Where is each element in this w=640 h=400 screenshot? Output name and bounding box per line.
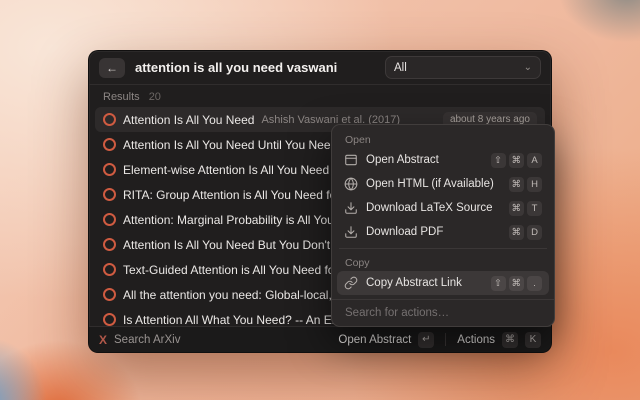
shortcut-key: ⇧	[491, 153, 506, 168]
shortcut-key: T	[527, 201, 542, 216]
arxiv-paper-icon	[103, 163, 116, 176]
shortcut-key: D	[527, 225, 542, 240]
chevron-down-icon: ⌄	[524, 63, 532, 73]
menu-item-shortcut: ⇧⌘A	[491, 153, 543, 168]
actions-button[interactable]: Actions	[457, 334, 495, 346]
actions-menu: Open Open Abstract ⇧⌘A Open HTML (if Ava…	[331, 124, 555, 327]
arxiv-paper-icon	[103, 113, 116, 126]
shortcut-key: ⌘	[509, 201, 525, 216]
primary-action-label[interactable]: Open Abstract	[338, 334, 411, 346]
result-title: Element-wise Attention Is All You Need	[123, 163, 329, 177]
menu-section-label: Open	[337, 130, 549, 148]
actions-search	[332, 299, 554, 326]
results-count: 20	[149, 91, 161, 103]
shortcut-key: .	[527, 276, 542, 291]
menu-item-shortcut: ⌘H	[509, 177, 543, 192]
shortcut-key: ⇧	[491, 276, 506, 291]
filter-dropdown[interactable]: All ⌄	[385, 56, 541, 79]
menu-item-shortcut: ⇧⌘.	[491, 276, 543, 291]
raycast-window: ← attention is all you need vaswani All …	[88, 50, 552, 353]
arxiv-paper-icon	[103, 288, 116, 301]
k-key-icon: K	[525, 332, 541, 348]
results-section-header: Results 20	[89, 85, 551, 107]
menu-item[interactable]: Download PDF ⌘D	[337, 220, 549, 244]
download-icon	[344, 201, 358, 215]
menu-item-shortcut: ⌘D	[509, 225, 543, 240]
arxiv-paper-icon	[103, 188, 116, 201]
globe-icon	[344, 177, 358, 191]
enter-key-icon: ↵	[418, 332, 434, 348]
arxiv-logo-icon: X	[99, 333, 107, 347]
footer-divider	[445, 333, 446, 346]
arxiv-paper-icon	[103, 238, 116, 251]
actions-menu-body: Open Open Abstract ⇧⌘A Open HTML (if Ava…	[337, 130, 549, 295]
shortcut-key: A	[527, 153, 542, 168]
footer-bar: X Search ArXiv Open Abstract ↵ Actions ⌘…	[89, 326, 551, 352]
menu-item[interactable]: Copy Abstract Link ⇧⌘.	[337, 271, 549, 295]
menu-item[interactable]: Open Abstract ⇧⌘A	[337, 148, 549, 172]
menu-item-label: Download LaTeX Source	[366, 202, 501, 214]
arxiv-paper-icon	[103, 138, 116, 151]
search-bar: ← attention is all you need vaswani All …	[89, 51, 551, 84]
result-title: Attention Is All You Need	[123, 113, 254, 127]
menu-item-label: Copy Abstract Link	[366, 277, 483, 289]
menu-item-label: Open Abstract	[366, 154, 483, 166]
arxiv-paper-icon	[103, 263, 116, 276]
back-button[interactable]: ←	[99, 58, 125, 78]
menu-item-label: Open HTML (if Available)	[366, 178, 501, 190]
link-icon	[344, 276, 358, 290]
menu-item[interactable]: Download LaTeX Source ⌘T	[337, 196, 549, 220]
cmd-key-icon: ⌘	[502, 332, 518, 348]
menu-section-label: Copy	[337, 253, 549, 271]
results-label: Results	[103, 91, 140, 103]
arxiv-paper-icon	[103, 313, 116, 326]
download-icon	[344, 225, 358, 239]
back-arrow-icon: ←	[106, 61, 118, 75]
filter-value: All	[394, 62, 407, 74]
menu-item[interactable]: Open HTML (if Available) ⌘H	[337, 172, 549, 196]
app-window-icon	[344, 153, 358, 167]
shortcut-key: ⌘	[509, 276, 525, 291]
menu-item-shortcut: ⌘T	[509, 201, 543, 216]
menu-item-label: Download PDF	[366, 226, 501, 238]
search-input[interactable]: attention is all you need vaswani	[135, 60, 375, 75]
shortcut-key: ⌘	[509, 225, 525, 240]
actions-search-input[interactable]	[345, 307, 541, 319]
shortcut-key: H	[527, 177, 542, 192]
arxiv-paper-icon	[103, 213, 116, 226]
shortcut-key: ⌘	[509, 177, 525, 192]
shortcut-key: ⌘	[509, 153, 525, 168]
extension-name: Search ArXiv	[114, 334, 180, 346]
menu-divider	[339, 248, 547, 249]
